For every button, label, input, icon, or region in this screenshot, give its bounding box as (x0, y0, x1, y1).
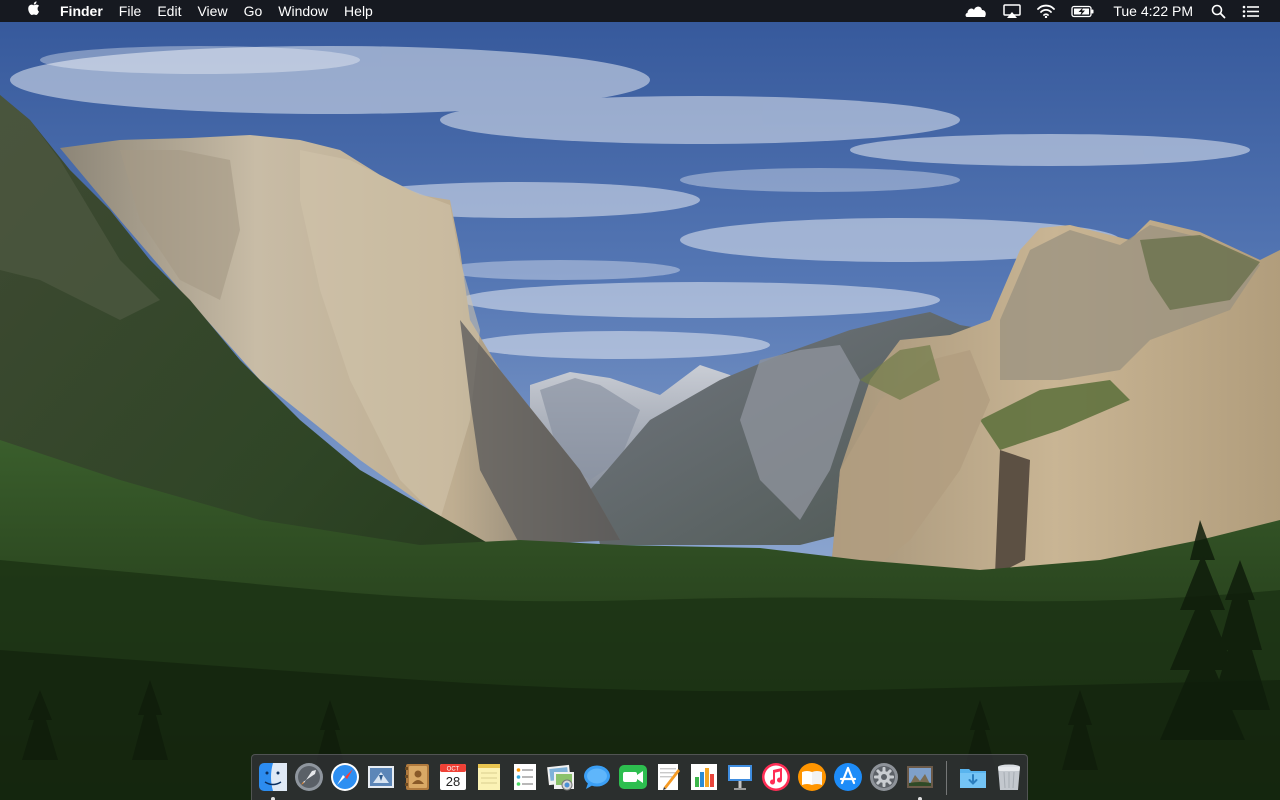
mail-icon (367, 766, 394, 788)
menu-app-name[interactable]: Finder (46, 0, 111, 22)
dock-item-numbers[interactable] (686, 759, 722, 795)
battery-charging-icon (1071, 5, 1094, 17)
gear-icon (870, 763, 899, 791)
airplay-icon (1003, 3, 1022, 18)
menu-go[interactable]: Go (236, 0, 271, 22)
dock-item-pages[interactable] (650, 759, 686, 795)
ibooks-icon (798, 763, 827, 791)
image-viewer-icon (907, 766, 934, 788)
reminders-icon (513, 764, 536, 790)
dock-item-image-viewer[interactable] (902, 759, 938, 800)
dock-item-system-preferences[interactable] (866, 759, 902, 795)
menu-clock[interactable]: Tue 4:22 PM (1103, 0, 1203, 22)
dock-item-finder[interactable] (255, 759, 291, 800)
menu-view[interactable]: View (189, 0, 235, 22)
dock: OCT 28 (251, 754, 1028, 800)
desktop[interactable]: Finder File Edit View Go Window Help Tue… (0, 0, 1280, 800)
trash-icon (998, 764, 1021, 790)
dock-item-facetime[interactable] (615, 759, 651, 795)
battery-status[interactable] (1063, 0, 1103, 22)
menu-help[interactable]: Help (336, 0, 381, 22)
apple-menu[interactable] (20, 0, 46, 22)
menu-bar: Finder File Edit View Go Window Help Tue… (0, 0, 1280, 22)
dock-item-app-store[interactable] (830, 759, 866, 795)
menu-window[interactable]: Window (270, 0, 336, 22)
dock-item-ibooks[interactable] (794, 759, 830, 795)
apple-icon (28, 1, 40, 16)
launchpad-icon (294, 763, 323, 791)
finder-icon (258, 763, 287, 791)
dock-item-contacts[interactable] (399, 759, 435, 795)
numbers-icon (691, 764, 718, 790)
dock-item-photos[interactable] (543, 759, 579, 795)
app-store-icon (834, 763, 863, 791)
itunes-icon (762, 763, 791, 791)
cloud-icon (965, 6, 987, 17)
list-icon (1242, 5, 1259, 17)
wifi-icon (1037, 4, 1056, 18)
contacts-icon (404, 764, 429, 790)
notes-icon (477, 764, 500, 790)
downloads-folder-icon (960, 769, 987, 788)
dock-item-calendar[interactable]: OCT 28 (435, 759, 471, 795)
dock-item-downloads[interactable] (955, 759, 991, 795)
dock-item-trash[interactable] (991, 759, 1027, 795)
calendar-day: 28 (446, 774, 460, 789)
dock-item-messages[interactable] (579, 759, 615, 795)
dock-item-notes[interactable] (471, 759, 507, 795)
cloud-status[interactable] (957, 0, 995, 22)
photos-icon (546, 764, 574, 791)
spotlight-button[interactable] (1203, 0, 1234, 22)
calendar-icon: OCT 28 (439, 764, 466, 790)
pages-icon (658, 764, 681, 790)
dock-item-safari[interactable] (327, 759, 363, 795)
dock-item-mail[interactable] (363, 759, 399, 795)
dock-item-keynote[interactable] (722, 759, 758, 795)
mountain-valley-wallpaper (0, 0, 1280, 800)
messages-icon (583, 765, 610, 789)
dock-item-itunes[interactable] (758, 759, 794, 795)
dock-item-launchpad[interactable] (291, 759, 327, 795)
notification-center-button[interactable] (1234, 0, 1268, 22)
menu-edit[interactable]: Edit (149, 0, 189, 22)
search-icon (1211, 4, 1226, 18)
menu-file[interactable]: File (111, 0, 150, 22)
keynote-icon (728, 765, 753, 790)
facetime-icon (618, 765, 647, 789)
dock-item-reminders[interactable] (507, 759, 543, 795)
safari-icon (330, 763, 359, 791)
dock-separator (946, 761, 948, 795)
wifi-status[interactable] (1029, 0, 1063, 22)
airplay-status[interactable] (995, 0, 1029, 22)
calendar-month: OCT (446, 767, 459, 773)
